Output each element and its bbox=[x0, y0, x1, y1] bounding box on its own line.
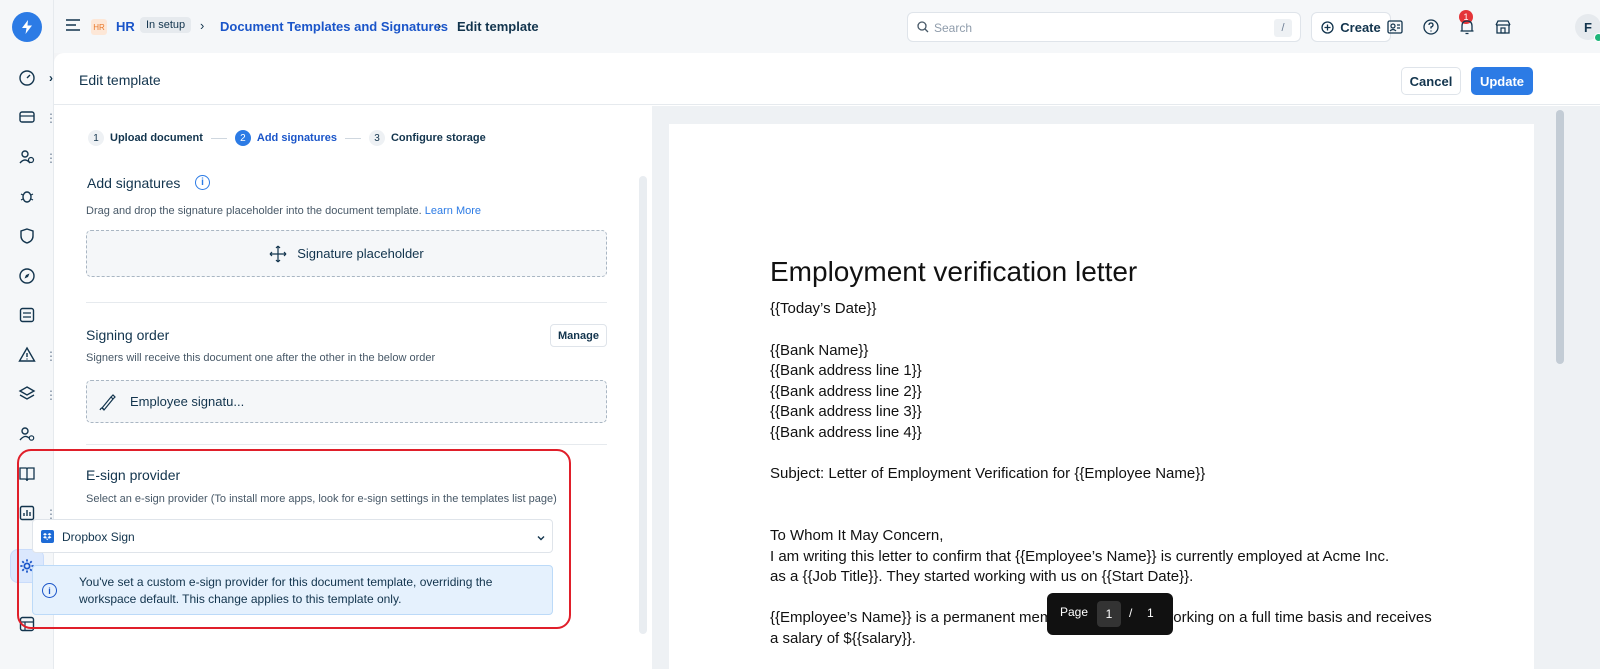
panel-header: Edit template Cancel Update bbox=[54, 53, 1600, 105]
warning-more-icon[interactable]: ⋮ bbox=[45, 349, 57, 363]
step-connector bbox=[344, 137, 361, 139]
move-arrows-icon bbox=[269, 245, 287, 262]
doc-line: Subject: Letter of Employment Verificati… bbox=[770, 465, 1206, 482]
step-connector bbox=[210, 137, 227, 139]
search-icon bbox=[917, 21, 929, 36]
page-total: 1 bbox=[1147, 606, 1154, 620]
bell-icon[interactable] bbox=[1457, 17, 1477, 37]
learn-more-link[interactable]: Learn More bbox=[425, 205, 481, 217]
selected-provider: Dropbox Sign bbox=[62, 530, 135, 544]
step-1-label[interactable]: Upload document bbox=[110, 132, 203, 144]
manage-button[interactable]: Manage bbox=[550, 324, 607, 347]
bug-icon[interactable] bbox=[17, 186, 37, 206]
create-button[interactable]: Create bbox=[1311, 12, 1391, 42]
section-divider bbox=[86, 444, 607, 445]
cancel-button[interactable]: Cancel bbox=[1401, 67, 1461, 95]
contacts-card-icon[interactable] bbox=[1385, 17, 1405, 37]
top-bar: HR HR In setup › Document Templates and … bbox=[54, 0, 1600, 53]
left-scrollbar-track[interactable] bbox=[639, 176, 647, 634]
signer-label: Employee signatu... bbox=[130, 394, 245, 409]
page-title: Edit template bbox=[79, 72, 161, 88]
signature-placeholder-draggable[interactable]: Signature placeholder bbox=[86, 230, 607, 277]
doc-line: as a {{Job Title}}. They started working… bbox=[770, 568, 1194, 585]
esign-override-notice: i You've set a custom e-sign provider fo… bbox=[32, 565, 553, 615]
section-divider bbox=[86, 302, 607, 303]
add-signatures-heading: Add signatures bbox=[87, 175, 181, 191]
breadcrumb-module[interactable]: HR bbox=[116, 19, 135, 34]
add-signatures-title: Add signatures i bbox=[87, 175, 210, 191]
online-status-dot bbox=[1594, 33, 1600, 42]
update-button[interactable]: Update bbox=[1471, 67, 1533, 95]
dropbox-icon bbox=[41, 530, 54, 543]
breadcrumb-parent[interactable]: Document Templates and Signatures bbox=[220, 19, 448, 34]
user-settings-icon[interactable] bbox=[17, 424, 37, 444]
doc-line: {{Bank Name}} bbox=[770, 342, 869, 359]
tickets-icon[interactable] bbox=[17, 107, 37, 127]
layers-icon[interactable] bbox=[17, 384, 37, 404]
plus-circle-icon bbox=[1321, 20, 1334, 34]
menu-icon[interactable] bbox=[65, 17, 81, 36]
doc-line: {{Bank address line 1}} bbox=[770, 362, 922, 379]
layers-more-icon[interactable]: ⋮ bbox=[45, 388, 57, 402]
doc-line: {{Today’s Date}} bbox=[770, 300, 877, 317]
page-indicator: Page 1 / 1 bbox=[1047, 593, 1173, 635]
notice-text: You've set a custom e-sign provider for … bbox=[79, 575, 493, 606]
shield-icon[interactable] bbox=[17, 226, 37, 246]
doc-line: {{Bank address line 3}} bbox=[770, 403, 922, 420]
chevron-down-icon bbox=[536, 531, 546, 546]
people-more-icon[interactable]: ⋮ bbox=[45, 151, 57, 165]
document-title: Employment verification letter bbox=[770, 256, 1138, 287]
hr-module-icon: HR bbox=[91, 19, 107, 35]
signer-item[interactable]: Employee signatu... bbox=[86, 380, 607, 423]
tickets-more-icon[interactable]: ⋮ bbox=[45, 111, 57, 125]
signature-pen-icon bbox=[99, 393, 116, 411]
compass-icon[interactable] bbox=[17, 266, 37, 286]
add-signatures-desc-text: Drag and drop the signature placeholder … bbox=[86, 205, 422, 217]
doc-line: I am writing this letter to confirm that… bbox=[770, 548, 1390, 565]
stepper: 1 Upload document 2 Add signatures 3 Con… bbox=[88, 129, 486, 147]
step-1-number: 1 bbox=[88, 130, 104, 146]
page-label: Page bbox=[1060, 605, 1089, 619]
info-icon[interactable]: i bbox=[195, 175, 210, 190]
doc-line: {{Bank address line 2}} bbox=[770, 383, 922, 400]
chevron-right-icon: › bbox=[437, 18, 442, 33]
doc-line: a salary of ${{salary}}. bbox=[770, 630, 916, 647]
people-icon[interactable] bbox=[17, 147, 37, 167]
signature-placeholder-label: Signature placeholder bbox=[297, 246, 424, 261]
checklist-icon[interactable] bbox=[17, 305, 37, 325]
add-signatures-description: Drag and drop the signature placeholder … bbox=[86, 205, 481, 217]
breadcrumb-current: Edit template bbox=[457, 19, 539, 34]
signing-order-title: Signing order bbox=[86, 327, 170, 343]
warning-icon[interactable] bbox=[17, 345, 37, 365]
step-3-number: 3 bbox=[368, 130, 385, 146]
marketplace-icon[interactable] bbox=[1493, 17, 1513, 37]
document-preview-area: Employment verification letter {{Today’s… bbox=[652, 106, 1600, 669]
page-number-input[interactable]: 1 bbox=[1097, 601, 1121, 627]
esign-provider-select[interactable]: Dropbox Sign bbox=[32, 519, 553, 553]
module-status-badge: In setup bbox=[140, 17, 192, 33]
page-separator: / bbox=[1129, 606, 1133, 620]
search-input[interactable] bbox=[934, 19, 1264, 37]
dashboard-icon[interactable] bbox=[17, 68, 37, 88]
create-button-label: Create bbox=[1340, 19, 1381, 35]
step-2-number: 2 bbox=[234, 130, 251, 146]
document-page: Employment verification letter {{Today’s… bbox=[669, 124, 1534, 669]
search-shortcut-hint: / bbox=[1274, 19, 1292, 37]
chevron-right-icon: › bbox=[200, 18, 205, 33]
expand-rail-icon[interactable]: › bbox=[49, 71, 53, 85]
doc-line: {{Bank address line 4}} bbox=[770, 424, 922, 441]
app-logo-icon[interactable] bbox=[12, 12, 42, 42]
preview-scrollbar-thumb[interactable] bbox=[1556, 110, 1564, 364]
step-3-label[interactable]: Configure storage bbox=[391, 132, 486, 144]
search-box[interactable]: / bbox=[907, 12, 1301, 42]
info-icon: i bbox=[42, 583, 57, 598]
help-icon[interactable] bbox=[1421, 17, 1441, 37]
signing-order-description: Signers will receive this document one a… bbox=[86, 352, 436, 364]
doc-line: To Whom It May Concern, bbox=[770, 527, 944, 544]
step-2-label[interactable]: Add signatures bbox=[257, 132, 337, 144]
